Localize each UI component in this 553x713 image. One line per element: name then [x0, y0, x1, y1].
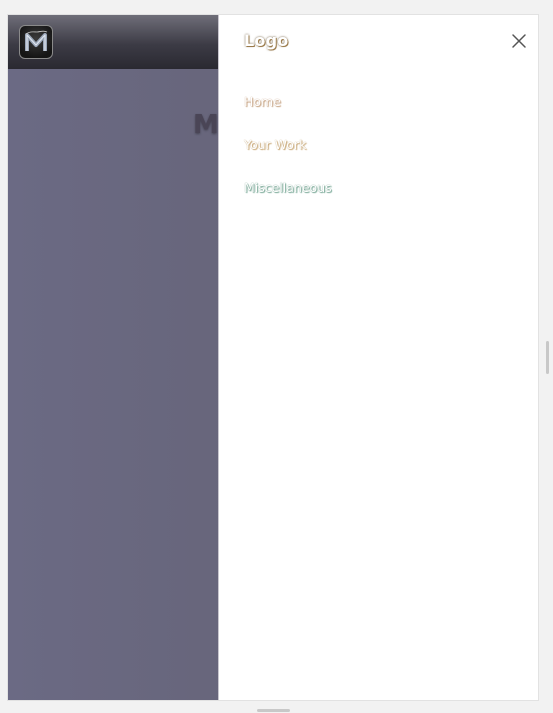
navigation-drawer: Logo Home Your Work Miscellaneous — [219, 15, 538, 700]
menu-item-home[interactable]: Home — [244, 94, 281, 109]
monogram-icon — [25, 30, 48, 51]
drawer-logo[interactable]: Logo — [244, 31, 288, 50]
menu-item-your-work[interactable]: Your Work — [244, 137, 306, 152]
close-icon — [512, 34, 526, 48]
menu-item-miscellaneous[interactable]: Miscellaneous — [244, 180, 332, 195]
site-logo-icon[interactable] — [19, 25, 53, 59]
resize-handle-horizontal[interactable] — [257, 709, 290, 712]
browser-viewport: Mi Logo Home Your Work Miscellaneous — [8, 15, 538, 700]
close-button[interactable] — [507, 29, 531, 53]
resize-handle-vertical[interactable] — [546, 341, 549, 374]
